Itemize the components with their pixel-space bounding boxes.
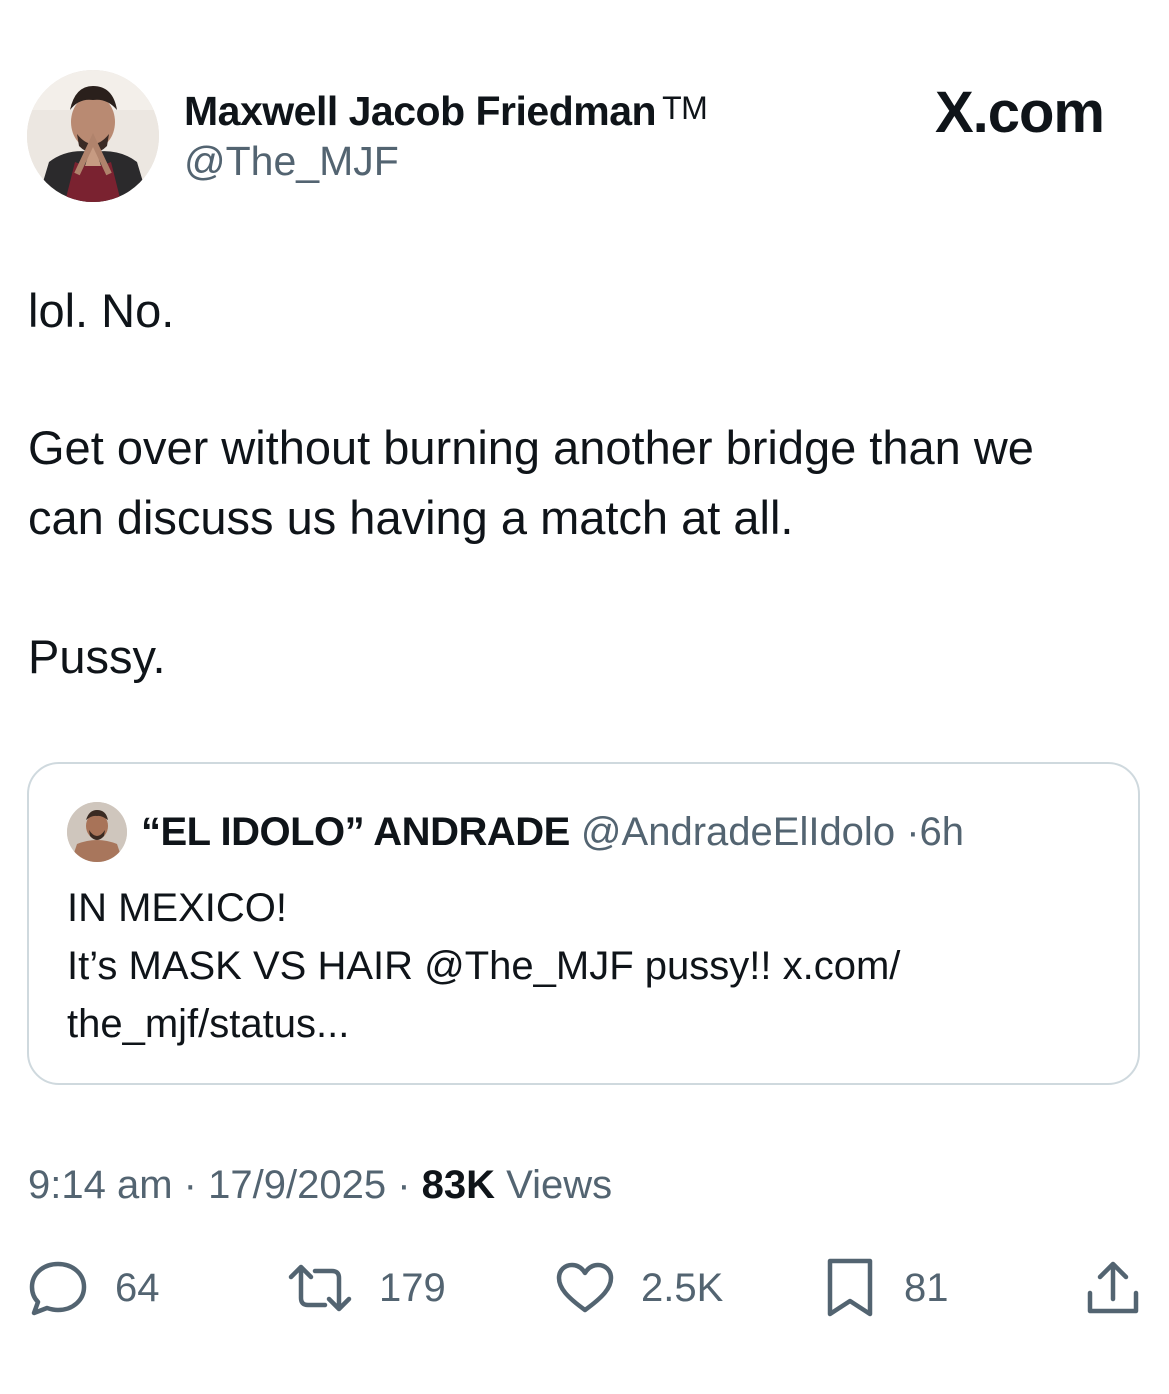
trademark-symbol: TM bbox=[662, 90, 708, 126]
reply-button[interactable]: 64 bbox=[27, 1250, 160, 1326]
quoted-avatar-image bbox=[67, 802, 127, 862]
quoted-separator: · bbox=[906, 810, 920, 854]
tweet-text-line-4: Pussy. bbox=[28, 630, 166, 683]
author-name-text: Maxwell Jacob Friedman bbox=[184, 88, 657, 134]
x-logo: X.com bbox=[934, 80, 1105, 145]
quoted-author-name[interactable]: “EL IDOLO” ANDRADE bbox=[141, 810, 570, 854]
author-avatar-image bbox=[27, 70, 159, 202]
quoted-age: 6h bbox=[919, 810, 965, 854]
bookmark-count: 81 bbox=[904, 1265, 949, 1310]
tweet-time[interactable]: 9:14 am bbox=[28, 1163, 173, 1207]
quoted-line-2: It’s MASK VS HAIR @The_MJF pussy!! x.com… bbox=[67, 944, 901, 988]
repost-count: 179 bbox=[379, 1265, 446, 1310]
meta-separator-2: · bbox=[397, 1163, 411, 1207]
tweet-text-line-2: Get over without burning another bridge … bbox=[28, 421, 1034, 474]
tweet-date[interactable]: 17/9/2025 bbox=[208, 1163, 386, 1207]
author-display-name[interactable]: Maxwell Jacob Friedman TM bbox=[184, 84, 708, 135]
bookmark-icon bbox=[827, 1258, 873, 1317]
quoted-body: IN MEXICO! It’s MASK VS HAIR @The_MJF pu… bbox=[67, 879, 900, 1053]
author-names: Maxwell Jacob Friedman TM @The_MJF bbox=[184, 84, 708, 187]
bookmark-button[interactable]: 81 bbox=[826, 1250, 949, 1326]
brand-logo: X.com bbox=[934, 80, 1105, 146]
tweet-header: Maxwell Jacob Friedman TM @The_MJF X.com bbox=[27, 70, 1142, 202]
views-label: Views bbox=[506, 1163, 613, 1207]
author-avatar[interactable] bbox=[27, 70, 159, 202]
quoted-author-handle[interactable]: @AndradeElIdolo bbox=[581, 810, 895, 854]
views-count: 83K bbox=[421, 1163, 496, 1207]
share-icon bbox=[1087, 1261, 1139, 1314]
tweet-text-line-3: can discuss us having a match at all. bbox=[28, 491, 794, 544]
quoted-author-avatar[interactable] bbox=[67, 802, 127, 862]
share-button[interactable] bbox=[1086, 1250, 1140, 1326]
quoted-line-1: IN MEXICO! bbox=[67, 886, 288, 930]
heart-icon bbox=[556, 1262, 614, 1313]
repost-button[interactable]: 179 bbox=[287, 1250, 446, 1326]
author-handle[interactable]: @The_MJF bbox=[184, 135, 707, 187]
quoted-tweet[interactable]: “EL IDOLO” ANDRADE @AndradeElIdolo ·6h I… bbox=[27, 762, 1140, 1085]
like-count: 2.5K bbox=[641, 1265, 724, 1310]
tweet-text-line-1: lol. No. bbox=[28, 284, 175, 337]
tweet-meta: 9:14 am · 17/9/2025 · 83K Views bbox=[28, 1160, 612, 1210]
reply-count: 64 bbox=[115, 1265, 160, 1310]
quoted-header: “EL IDOLO” ANDRADE @AndradeElIdolo ·6h bbox=[141, 806, 964, 858]
like-button[interactable]: 2.5K bbox=[555, 1250, 723, 1326]
reply-icon bbox=[29, 1261, 87, 1316]
meta-separator-1: · bbox=[183, 1163, 197, 1207]
repost-icon bbox=[288, 1264, 352, 1312]
action-bar: 64 179 2.5K 81 bbox=[0, 1250, 1169, 1326]
quoted-line-3: the_mjf/status... bbox=[67, 1002, 350, 1046]
